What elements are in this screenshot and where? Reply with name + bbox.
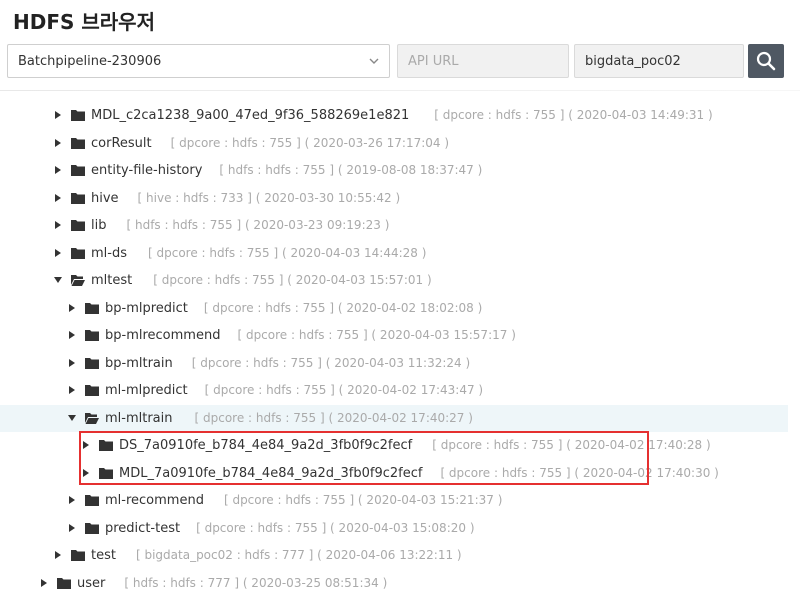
folder-icon — [71, 165, 85, 176]
tree-item-name[interactable]: ml-ds — [91, 240, 127, 267]
tree-item-meta: [ hdfs : hdfs : 777 ] ( 2020-03-25 08:51… — [124, 576, 388, 590]
tree-item[interactable]: ml-mlpredict [ dpcore : hdfs : 755 ] ( 20… — [0, 377, 788, 404]
caret-right-icon[interactable] — [68, 331, 76, 339]
caret-down-icon[interactable] — [54, 276, 62, 284]
tree-item-name[interactable]: bp-mlrecommend — [105, 322, 220, 349]
tree-item[interactable]: user [ hdfs : hdfs : 777 ] ( 2020-03-25 0… — [0, 570, 788, 597]
search-icon — [756, 51, 776, 71]
divider — [0, 90, 800, 91]
tree-item[interactable]: entity-file-history [ hdfs : hdfs : 755 ]… — [0, 157, 788, 184]
tree-item-meta: [ dpcore : hdfs : 755 ] ( 2020-04-02 17:… — [194, 411, 473, 425]
tree-item-meta: [ dpcore : hdfs : 755 ] ( 2020-04-02 17:… — [204, 383, 484, 397]
folder-icon — [85, 358, 99, 369]
tree-item-name[interactable]: ml-mltrain — [105, 405, 173, 432]
caret-right-icon[interactable] — [54, 166, 62, 174]
folder-icon — [71, 138, 85, 149]
tree-item-name[interactable]: ml-recommend — [105, 487, 204, 514]
folder-icon — [85, 385, 99, 396]
tree-item[interactable]: bp-mltrain [ dpcore : hdfs : 755 ] ( 2020… — [0, 350, 788, 377]
user-input[interactable]: bigdata_poc02 — [574, 44, 744, 78]
tree-item-name[interactable]: MDL_c2ca1238_9a00_47ed_9f36_588269e1e821 — [91, 102, 409, 129]
tree-item-name[interactable]: test — [91, 542, 116, 569]
annotation-box — [79, 431, 649, 485]
tree-item-name[interactable]: predict-test — [105, 515, 180, 542]
api-url-input[interactable]: API URL — [397, 44, 569, 78]
tree-item-name[interactable]: hive — [91, 185, 119, 212]
folder-icon — [71, 110, 85, 121]
search-button[interactable] — [748, 44, 784, 78]
folder-icon — [57, 578, 71, 589]
tree-item-name[interactable]: entity-file-history — [91, 157, 202, 184]
tree-item-name[interactable]: user — [77, 570, 105, 597]
folder-icon — [71, 193, 85, 204]
tree-item-name[interactable]: bp-mltrain — [105, 350, 173, 377]
tree-item-meta: [ hive : hdfs : 733 ] ( 2020-03-30 10:55… — [137, 191, 401, 205]
caret-right-icon[interactable] — [68, 386, 76, 394]
tree-item[interactable]: test [ bigdata_poc02 : hdfs : 777 ] ( 202… — [0, 542, 788, 569]
caret-down-icon[interactable] — [68, 414, 76, 422]
tree-item[interactable]: bp-mlpredict [ dpcore : hdfs : 755 ] ( 20… — [0, 295, 788, 322]
tree-item[interactable]: corResult [ dpcore : hdfs : 755 ] ( 2020-… — [0, 130, 788, 157]
tree-item-meta: [ bigdata_poc02 : hdfs : 777 ] ( 2020-04… — [135, 548, 462, 562]
caret-right-icon[interactable] — [54, 111, 62, 119]
folder-icon — [85, 495, 99, 506]
tree-item-name[interactable]: corResult — [91, 130, 152, 157]
tree-item-meta: [ dpcore : hdfs : 755 ] ( 2020-03-26 17:… — [170, 136, 450, 150]
tree-item[interactable]: ml-ds [ dpcore : hdfs : 755 ] ( 2020-04-0… — [0, 240, 788, 267]
tree-item-meta: [ dpcore : hdfs : 755 ] ( 2020-04-03 14:… — [148, 246, 427, 260]
folder-icon — [85, 330, 99, 341]
tree-item-meta: [ dpcore : hdfs : 755 ] ( 2020-04-03 15:… — [196, 521, 475, 535]
tree-item-meta: [ hdfs : hdfs : 755 ] ( 2020-03-23 09:19… — [126, 218, 390, 232]
tree-item[interactable]: predict-test [ dpcore : hdfs : 755 ] ( 20… — [0, 515, 788, 542]
tree-item-name[interactable]: ml-mlpredict — [105, 377, 188, 404]
tree-item[interactable]: ml-mltrain [ dpcore : hdfs : 755 ] ( 2020… — [0, 405, 788, 432]
tree-item-name[interactable]: lib — [91, 212, 106, 239]
caret-right-icon[interactable] — [68, 304, 76, 312]
caret-right-icon[interactable] — [54, 194, 62, 202]
tree-item[interactable]: MDL_c2ca1238_9a00_47ed_9f36_588269e1e821… — [0, 102, 788, 129]
tree-item-meta: [ dpcore : hdfs : 755 ] ( 2020-04-03 15:… — [223, 493, 503, 507]
caret-right-icon[interactable] — [68, 524, 76, 532]
tree-item-meta: [ dpcore : hdfs : 755 ] ( 2020-04-02 18:… — [203, 301, 483, 315]
caret-right-icon[interactable] — [54, 551, 62, 559]
tree-item[interactable]: hive [ hive : hdfs : 733 ] ( 2020-03-30 1… — [0, 185, 788, 212]
folder-open-icon — [71, 275, 85, 286]
tree-item[interactable]: ml-recommend [ dpcore : hdfs : 755 ] ( 20… — [0, 487, 788, 514]
folder-open-icon — [85, 413, 99, 424]
caret-right-icon[interactable] — [54, 221, 62, 229]
tree-item-name[interactable]: mltest — [91, 267, 132, 294]
tree-item-meta: [ hdfs : hdfs : 755 ] ( 2019-08-08 18:37… — [219, 163, 483, 177]
pipeline-select[interactable]: Batchpipeline-230906 — [7, 44, 390, 78]
folder-icon — [71, 550, 85, 561]
tree-item-name[interactable]: bp-mlpredict — [105, 295, 188, 322]
caret-right-icon[interactable] — [68, 496, 76, 504]
page-title: HDFS 브라우저 — [13, 10, 155, 34]
tree-item-meta: [ dpcore : hdfs : 755 ] ( 2020-04-03 15:… — [153, 273, 432, 287]
caret-right-icon[interactable] — [54, 249, 62, 257]
tree-item[interactable]: lib [ hdfs : hdfs : 755 ] ( 2020-03-23 09… — [0, 212, 788, 239]
caret-right-icon[interactable] — [54, 139, 62, 147]
tree-item[interactable]: bp-mlrecommend [ dpcore : hdfs : 755 ] ( … — [0, 322, 788, 349]
folder-icon — [71, 248, 85, 259]
pipeline-select-value: Batchpipeline-230906 — [18, 54, 162, 69]
tree-item-meta: [ dpcore : hdfs : 755 ] ( 2020-04-03 11:… — [191, 356, 471, 370]
folder-icon — [85, 523, 99, 534]
folder-icon — [71, 220, 85, 231]
caret-right-icon[interactable] — [68, 359, 76, 367]
tree-item-meta: [ dpcore : hdfs : 755 ] ( 2020-04-03 15:… — [237, 328, 516, 342]
chevron-down-icon — [369, 58, 379, 64]
tree-item-meta: [ dpcore : hdfs : 755 ] ( 2020-04-03 14:… — [434, 108, 713, 122]
caret-right-icon[interactable] — [40, 579, 48, 587]
tree-item[interactable]: mltest [ dpcore : hdfs : 755 ] ( 2020-04-… — [0, 267, 788, 294]
folder-icon — [85, 303, 99, 314]
